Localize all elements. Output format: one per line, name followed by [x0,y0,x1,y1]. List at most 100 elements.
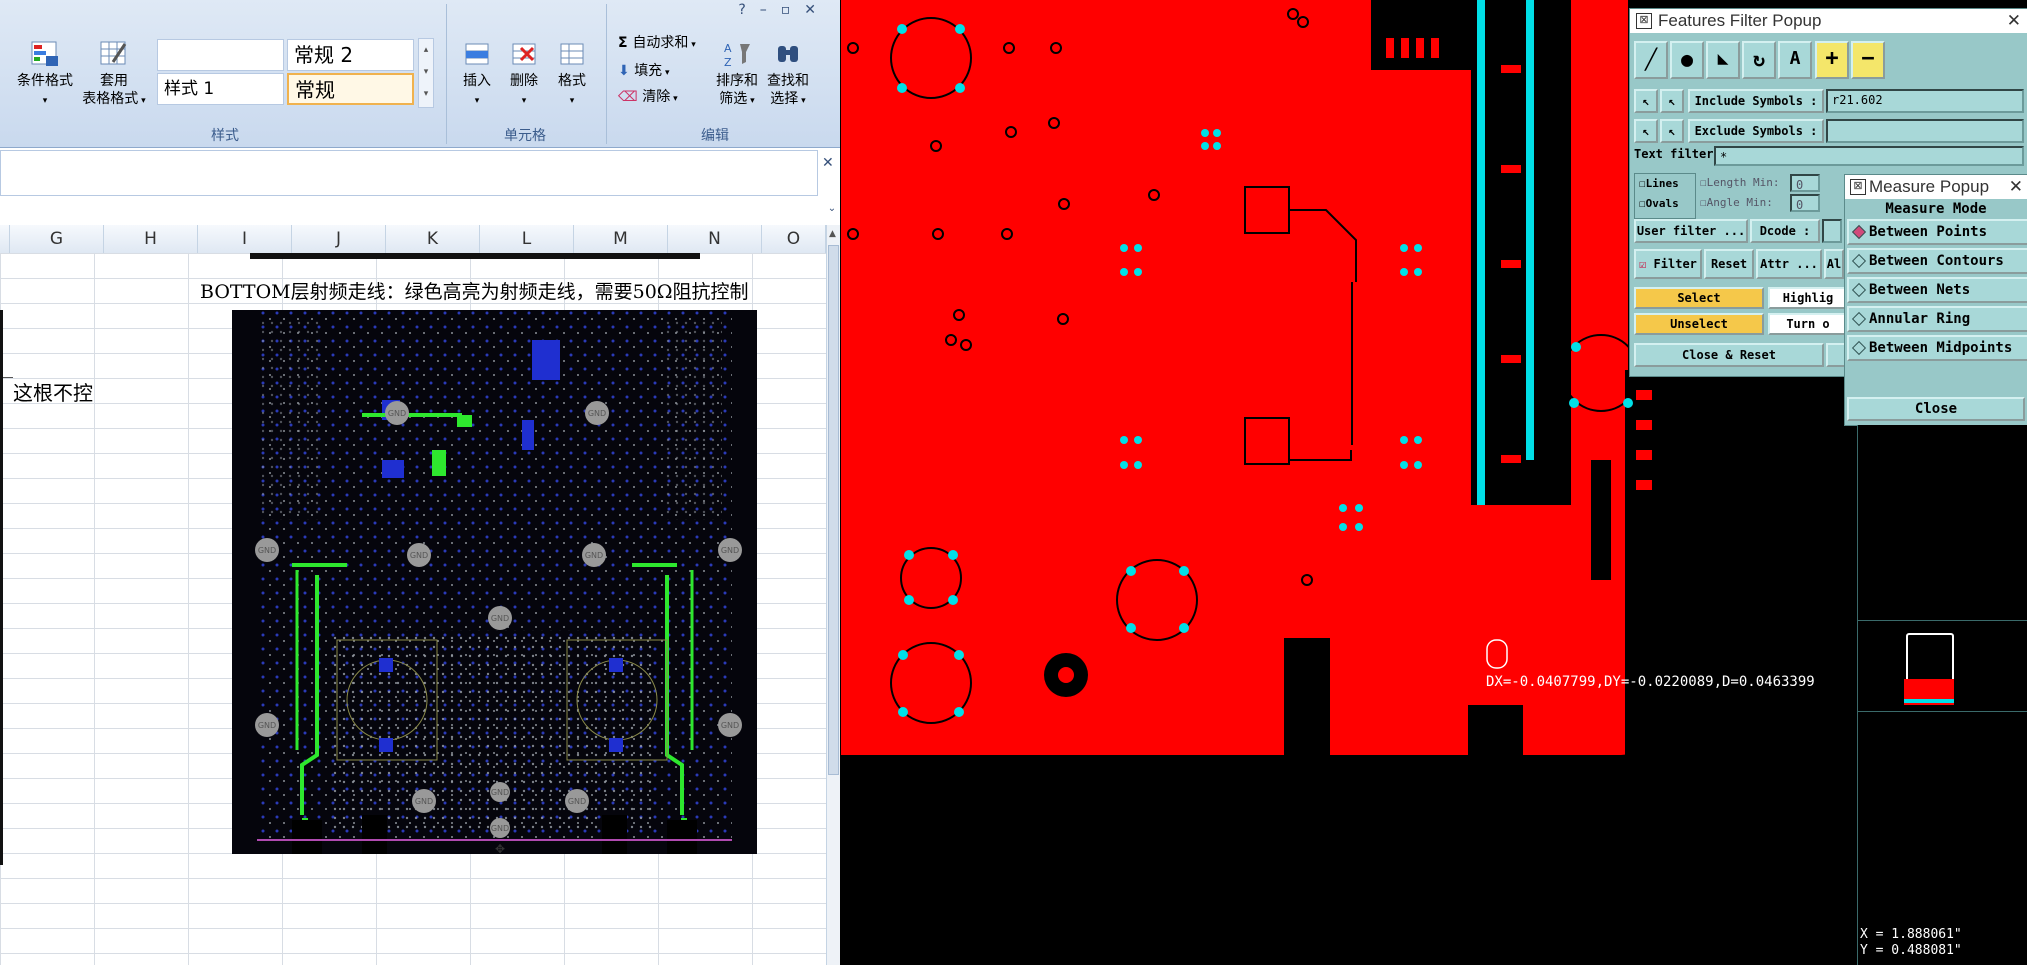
measure-titlebar[interactable]: ⊠ Measure Popup ✕ [1845,175,2027,199]
measure-mode-between-midpoints[interactable]: Between Midpoints [1847,335,2027,361]
pad-tool-icon[interactable]: ● [1670,41,1704,79]
format-cells-icon [560,43,584,65]
column-header-l[interactable]: L [480,225,574,253]
include-symbols-button[interactable]: Include Symbols : [1688,89,1824,113]
style-gallery-scroll[interactable]: ▴ ▾ ▾ [418,38,434,108]
pcb-bottom-layer-image[interactable]: GND GND GND GND GND GND GND GND GND GND … [232,310,757,854]
close-button-partial[interactable] [1826,343,1846,367]
include-pick-icon[interactable]: ↖ [1634,89,1658,113]
scroll-up-icon[interactable]: ▲ [829,229,836,239]
close-icon[interactable]: ✕ [2007,9,2021,33]
clear-button[interactable]: ⌫ 清除 ▾ [618,88,678,108]
features-filter-titlebar[interactable]: ⊠ Features Filter Popup ✕ [1630,9,2027,33]
turn-off-button[interactable]: Turn o [1768,313,1848,335]
attr-button[interactable]: Attr ... [1756,249,1822,279]
highlight-button[interactable]: Highlig [1768,287,1848,309]
column-header-o[interactable]: O [762,225,826,253]
lines-checkbox[interactable]: ☐Lines [1639,177,1679,190]
close-reset-button[interactable]: Close & Reset [1634,343,1824,367]
formula-bar[interactable] [0,150,818,196]
measure-mode-between-nets[interactable]: Between Nets [1847,277,2027,303]
length-min-field[interactable]: 0 [1790,174,1820,192]
dropdown-arrow-icon: ▾ [662,68,670,78]
dcode-button[interactable]: Dcode : [1750,219,1820,243]
exclude-pick-icon[interactable]: ↖ [1634,119,1658,143]
conditional-format-button[interactable]: 条件格式 ▾ [10,40,80,110]
sort-filter-button[interactable]: AZ 排序和 筛选 ▾ [712,40,762,110]
sort-filter-icon: AZ [724,42,750,68]
column-header-k[interactable]: K [386,225,480,253]
all-button[interactable]: Al [1824,249,1844,279]
measure-mode-annular-ring[interactable]: Annular Ring [1847,306,2027,332]
fill-down-icon: ⬇ [618,63,635,79]
reset-button[interactable]: Reset [1704,249,1754,279]
column-header-g[interactable]: G [10,225,104,253]
exclude-pick2-icon[interactable]: ↖ [1660,119,1684,143]
clear-label: 清除 [642,89,671,105]
text-filter-field[interactable]: * [1714,146,2024,166]
expand-formula-icon[interactable]: ⌄ [826,203,838,217]
autosum-button[interactable]: Σ 自动求和 ▾ [618,34,696,54]
surface-tool-icon[interactable]: ◣ [1706,41,1740,79]
find-select-label-2: 选择 [770,91,799,107]
close-icon[interactable]: ✕ [804,2,830,18]
plus-icon[interactable]: + [1815,41,1849,79]
text-tool-icon[interactable]: A [1778,41,1812,79]
resize-handle-icon[interactable]: ✥ [495,842,505,856]
user-filter-button[interactable]: User filter ... [1634,219,1748,243]
column-header-i[interactable]: I [198,225,292,253]
unselect-button[interactable]: Unselect [1634,313,1764,335]
style-gallery-item-blank[interactable] [157,39,284,71]
style-gallery-item-normal2[interactable]: 常规 2 [287,39,414,71]
column-header-h[interactable]: H [104,225,198,253]
cells-group-label: 单元格 [504,128,546,144]
window-icon: ⊠ [1636,13,1652,29]
vertical-scrollbar[interactable]: ▲ [826,225,840,965]
overview-map[interactable] [1858,620,2027,712]
highlight-trace [1526,0,1534,460]
fill-button[interactable]: ⬇ 填充 ▾ [618,62,670,82]
gnd-label: GND [491,788,509,797]
coord-y: Y = 0.488081" [1860,943,1962,958]
format-as-table-button[interactable]: 套用 表格格式 ▾ [78,40,150,110]
include-symbols-field[interactable]: r21.602 [1826,89,2024,113]
help-icon[interactable]: ? [738,2,759,18]
angle-min-field[interactable]: 0 [1790,194,1820,212]
gnd-label: GND [588,409,606,418]
column-header-j[interactable]: J [292,225,386,253]
measure-mode-between-points[interactable]: Between Points [1847,219,2027,245]
close-formula-icon[interactable]: ✕ [822,155,834,171]
style-gallery-item-style1[interactable]: 样式 1 [157,73,284,105]
measure-close-button[interactable]: Close [1847,397,2025,421]
table-format-label-1: 套用 [100,73,128,89]
include-pick2-icon[interactable]: ↖ [1660,89,1684,113]
line-tool-icon[interactable]: ╱ [1634,41,1668,79]
filter-toggle[interactable]: ☑ Filter [1634,249,1702,279]
format-button[interactable]: 格式 ▾ [550,40,594,110]
restore-icon[interactable]: ▫ [781,2,805,18]
delete-cells-icon [512,43,536,65]
sort-filter-label-2: 筛选 [719,91,748,107]
angle-min-label: Min: [1746,196,1773,209]
minimize-icon[interactable]: – [760,2,781,18]
conditional-format-icon [31,41,58,66]
exclude-symbols-button[interactable]: Exclude Symbols : [1688,119,1824,143]
length-checkbox[interactable]: ☐Length Min: [1700,176,1780,189]
cam-viewer[interactable]: DX=-0.0407799,DY=-0.0220089,D=0.0463399 … [841,0,2027,965]
dcode-field[interactable] [1822,219,1842,243]
style-gallery-item-normal[interactable]: 常规 [287,73,414,105]
column-header-n[interactable]: N [668,225,762,253]
select-button[interactable]: Select [1634,287,1764,309]
ovals-checkbox[interactable]: ☐Ovals [1639,197,1679,210]
arc-tool-icon[interactable]: ↻ [1742,41,1776,79]
exclude-symbols-field[interactable] [1826,119,2024,143]
measure-mode-between-contours[interactable]: Between Contours [1847,248,2027,274]
scroll-thumb[interactable] [828,245,839,775]
angle-checkbox[interactable]: ☐Angle Min: [1700,196,1773,209]
find-select-button[interactable]: 查找和 选择 ▾ [763,40,813,110]
close-icon[interactable]: ✕ [2009,175,2023,199]
minus-icon[interactable]: − [1851,41,1885,79]
column-header-m[interactable]: M [574,225,668,253]
insert-button[interactable]: 插入 ▾ [455,40,499,110]
delete-button[interactable]: 删除 ▾ [502,40,546,110]
